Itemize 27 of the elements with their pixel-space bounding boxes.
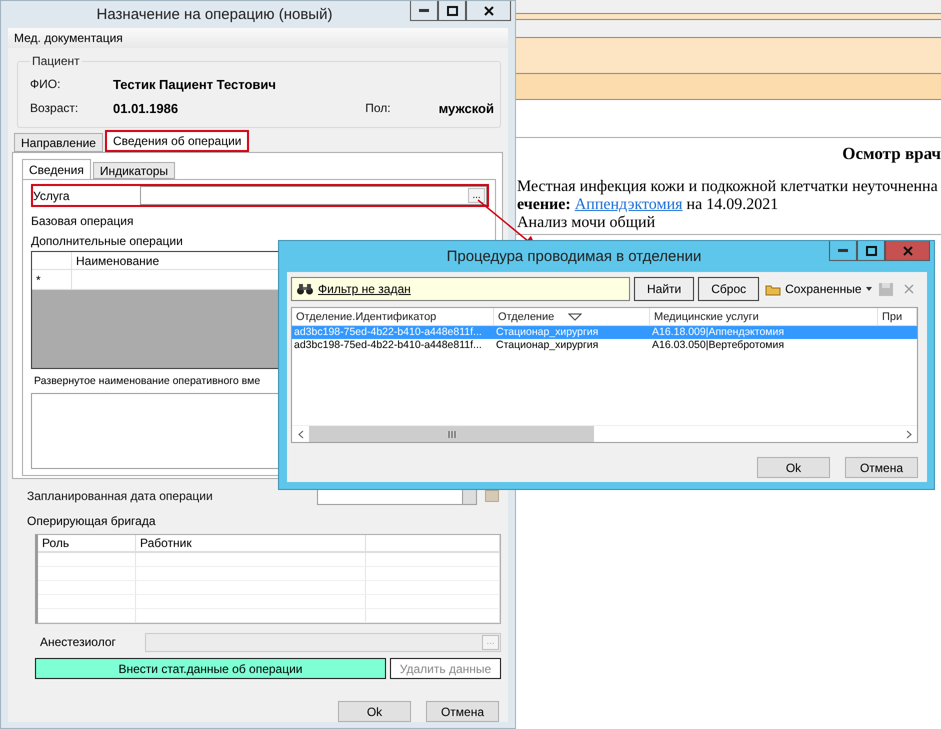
document-title: Осмотр врач — [842, 144, 941, 164]
window-title: Назначение на операцию (новый) — [96, 6, 334, 23]
table-cell-text: Стационар_хирургия — [495, 339, 600, 352]
field-label: Возраст: — [30, 101, 80, 115]
field-label: Дополнительные операции — [31, 233, 184, 250]
field-label: Базовая операция — [31, 213, 134, 230]
sex-value: мужской — [438, 100, 494, 116]
field-label: Услуга — [33, 188, 71, 202]
field-label: ФИО: — [30, 77, 62, 91]
table-cell-text: ad3bc198-75ed-4b22-b410-a448e811f... — [293, 339, 483, 352]
group-title: Пациент — [31, 54, 81, 68]
field-label: Запланированная дата операции — [27, 489, 213, 503]
table-cell-text: Стационар_хирургия — [495, 326, 600, 339]
patient-name: Тестик Пациент Тестович — [113, 76, 277, 92]
document-line: Местная инфекция кожи и подкожной клетчатки неуточненна — [516, 178, 939, 196]
table-cell-text: A16.03.050|Вертебротомия — [651, 339, 786, 352]
table-cell-text: A16.18.009|Аппендэктомия — [651, 326, 786, 339]
document-line: Анализ мочи общий — [516, 214, 656, 232]
field-label: Оперирующая бригада — [27, 513, 157, 530]
row-marker: * — [32, 270, 72, 290]
field-label: Развернутое наименование оперативного вме — [33, 374, 260, 389]
table-cell-text: ad3bc198-75ed-4b22-b410-a448e811f... — [293, 326, 483, 339]
dialog-title: Процедура проводимая в отделении — [446, 248, 702, 265]
field-label: Анестезиолог — [40, 635, 117, 649]
field-label: Пол: — [365, 101, 391, 115]
birth-date: 01.01.1986 — [113, 100, 180, 116]
document-line: ечение: Аппендэктомия на 14.09.2021 — [516, 196, 780, 214]
